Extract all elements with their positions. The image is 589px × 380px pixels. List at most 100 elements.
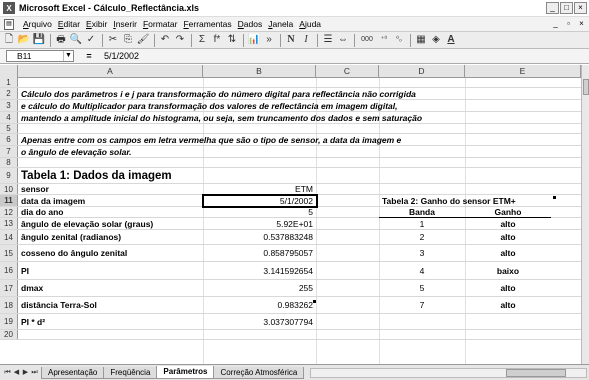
row-header[interactable]: 6 (0, 134, 18, 145)
instruction-text-line-1[interactable]: Apenas entre com os campos em letra verm… (18, 134, 404, 145)
formula-input[interactable]: 5/1/2002 (104, 51, 139, 61)
row-header[interactable]: 15 (0, 245, 18, 261)
copy-icon[interactable]: ⎘ (121, 33, 135, 47)
menu-janela[interactable]: Janela (265, 19, 296, 29)
row-header[interactable]: 19 (0, 314, 18, 329)
workbook-icon[interactable]: ▤ (4, 18, 14, 30)
decrease-decimal-icon[interactable]: ⁰₀ (392, 33, 406, 47)
param-label[interactable]: sensor (18, 184, 52, 194)
row-header[interactable]: 16 (0, 262, 18, 279)
row-header[interactable]: 14 (0, 230, 18, 244)
table2-title[interactable]: Tabela 2: Ganho do sensor ETM+ (379, 195, 519, 206)
row-header[interactable]: 8 (0, 158, 18, 167)
borders-icon[interactable]: ▦ (414, 33, 428, 47)
minimize-button[interactable]: _ (546, 2, 559, 14)
menu-editar[interactable]: Editar (55, 19, 83, 29)
autosum-icon[interactable]: Σ (195, 33, 209, 47)
menu-ferramentas[interactable]: Ferramentas (180, 19, 234, 29)
table2-gain[interactable]: alto (465, 230, 551, 244)
row-header[interactable]: 4 (0, 112, 18, 123)
table2-band[interactable]: 1 (379, 218, 465, 229)
maximize-button[interactable]: □ (560, 2, 573, 14)
undo-icon[interactable]: ↶ (158, 33, 172, 47)
row-header[interactable]: 3 (0, 100, 18, 111)
param-value[interactable]: 0.537883248 (203, 230, 316, 244)
select-all-corner[interactable] (0, 65, 18, 78)
close-button[interactable]: × (574, 2, 587, 14)
intro-text-line-3[interactable]: mantendo a amplitude inicial do histogra… (18, 112, 425, 123)
merge-center-icon[interactable]: ⇔ (336, 33, 350, 47)
increase-decimal-icon[interactable]: ⁺⁰ (377, 33, 391, 47)
scrollbar-thumb[interactable] (506, 368, 566, 377)
param-value[interactable]: ETM (203, 184, 316, 194)
row-header[interactable]: 13 (0, 218, 18, 229)
param-value[interactable]: 0.983262 (203, 297, 316, 313)
doc-restore-button[interactable]: ▫ (563, 19, 574, 30)
instruction-text-line-2[interactable]: o ângulo de elevação solar. (18, 146, 135, 157)
doc-close-button[interactable]: × (576, 19, 587, 30)
spelling-icon[interactable]: ✓ (84, 33, 98, 47)
intro-text-line-1[interactable]: Cálculo dos parâmetros i e j para transf… (18, 88, 419, 99)
table2-header-ganho[interactable]: Ganho (465, 207, 551, 217)
table2-gain[interactable]: alto (465, 280, 551, 296)
fill-color-icon[interactable]: ◈ (429, 33, 443, 47)
chart-wizard-icon[interactable]: 📊 (247, 33, 261, 47)
row-header[interactable]: 12 (0, 207, 18, 217)
vertical-scrollbar[interactable] (581, 65, 589, 364)
prev-sheet-icon[interactable]: ◀ (12, 368, 21, 378)
column-header-a[interactable]: A (18, 65, 203, 78)
tab-apresentacao[interactable]: Apresentação (41, 366, 105, 379)
cut-icon[interactable]: ✂ (106, 33, 120, 47)
column-header-d[interactable]: D (379, 65, 465, 78)
print-preview-icon[interactable]: 🔍 (69, 33, 83, 47)
thousands-separator-button[interactable]: 000 (358, 33, 376, 47)
table2-gain[interactable]: alto (465, 297, 551, 313)
column-header-c[interactable]: C (316, 65, 379, 78)
table2-header-banda[interactable]: Banda (379, 207, 465, 217)
format-painter-icon[interactable]: 🖌 (136, 33, 150, 47)
row-header[interactable]: 11 (0, 195, 18, 206)
param-value[interactable]: 255 (203, 280, 316, 296)
param-label[interactable]: PI (18, 262, 32, 279)
param-value[interactable]: 5.92E+01 (203, 218, 316, 229)
column-header-e[interactable]: E (465, 65, 581, 78)
menu-ajuda[interactable]: Ajuda (296, 19, 324, 29)
menu-exibir[interactable]: Exibir (83, 19, 110, 29)
italic-button[interactable]: I (299, 33, 313, 47)
column-header-b[interactable]: B (203, 65, 316, 78)
table2-gain[interactable]: alto (465, 245, 551, 261)
worksheet-grid[interactable]: A B C D E 1 2 Cálculo dos parâmetros i e… (0, 65, 589, 364)
param-value[interactable]: 3.141592654 (203, 262, 316, 279)
table2-band[interactable]: 4 (379, 262, 465, 279)
table1-title[interactable]: Tabela 1: Dados da imagem (18, 168, 175, 183)
bold-button[interactable]: N (284, 33, 298, 47)
table2-band[interactable]: 3 (379, 245, 465, 261)
new-document-icon[interactable]: 🗋 (2, 33, 16, 47)
sort-ascending-icon[interactable]: ⇅ (225, 33, 239, 47)
param-label[interactable]: PI * d² (18, 314, 48, 329)
scrollbar-thumb[interactable] (583, 79, 589, 95)
table2-band[interactable]: 2 (379, 230, 465, 244)
table2-band[interactable]: 7 (379, 297, 465, 313)
redo-icon[interactable]: ↷ (173, 33, 187, 47)
font-color-icon[interactable]: A (444, 33, 458, 47)
horizontal-scrollbar[interactable] (310, 367, 587, 378)
next-sheet-icon[interactable]: ▶ (21, 368, 30, 378)
tab-frequencia[interactable]: Freqüência (103, 366, 158, 379)
param-value[interactable]: 5 (203, 207, 316, 217)
row-header[interactable]: 18 (0, 297, 18, 313)
param-label[interactable]: dmax (18, 280, 46, 296)
menu-inserir[interactable]: Inserir (110, 19, 140, 29)
save-icon[interactable]: 💾 (32, 33, 46, 47)
last-sheet-icon[interactable]: ⏭ (30, 368, 39, 378)
row-header[interactable]: 5 (0, 124, 18, 133)
param-label[interactable]: distância Terra-Sol (18, 297, 100, 313)
intro-text-line-2[interactable]: e cálculo do Multiplicador para transfor… (18, 100, 400, 111)
menu-dados[interactable]: Dados (235, 19, 266, 29)
row-header[interactable]: 1 (0, 78, 18, 87)
print-icon[interactable]: 🖶 (54, 33, 68, 47)
row-header[interactable]: 10 (0, 184, 18, 194)
menu-formatar[interactable]: Formatar (140, 19, 181, 29)
param-label[interactable]: ângulo zenital (radianos) (18, 230, 124, 244)
menu-arquivo[interactable]: Arquivo (20, 19, 55, 29)
